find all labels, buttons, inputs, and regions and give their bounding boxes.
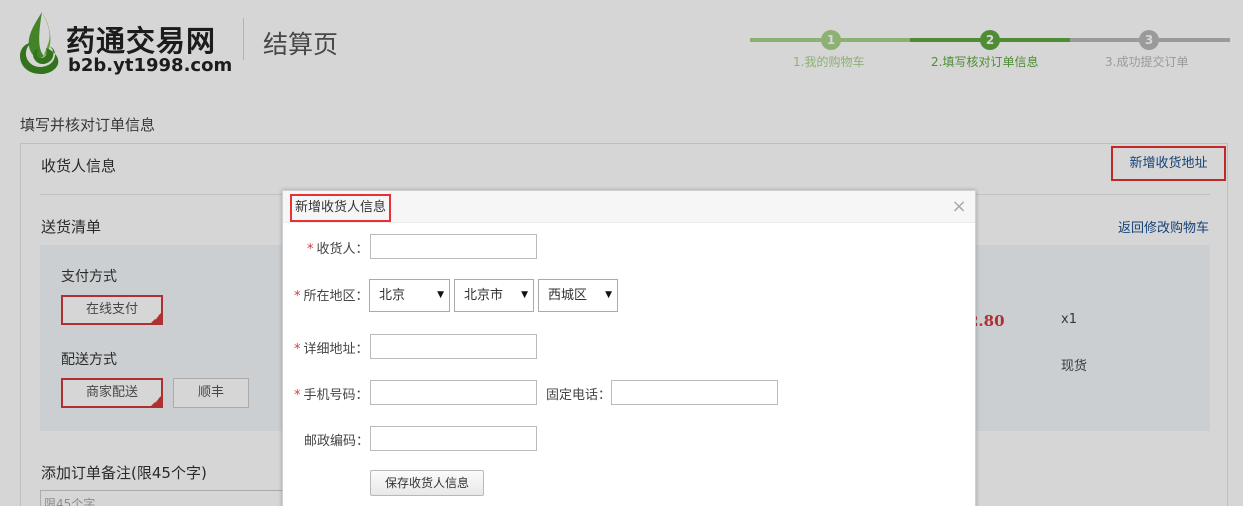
close-icon[interactable]: × bbox=[949, 197, 969, 217]
dropdown-arrow-icon: ▼ bbox=[437, 290, 444, 300]
consignee-label: * 收货人： bbox=[307, 242, 369, 257]
required-mark: * bbox=[294, 342, 301, 357]
mobile-input[interactable] bbox=[370, 380, 537, 405]
required-mark: * bbox=[307, 242, 314, 257]
dialog-header: 新增收货人信息 × bbox=[283, 191, 975, 223]
address-label: * 详细地址： bbox=[294, 342, 369, 357]
dialog-title: 新增收货人信息 bbox=[290, 194, 392, 222]
required-mark: * bbox=[294, 289, 301, 304]
zip-label: 邮政编码： bbox=[304, 434, 370, 449]
mobile-label: * 手机号码： bbox=[294, 388, 369, 403]
required-mark: * bbox=[294, 388, 301, 403]
consignee-input[interactable] bbox=[370, 234, 537, 259]
city-select[interactable]: 北京市 ▼ bbox=[454, 279, 534, 312]
district-value: 西城区 bbox=[548, 288, 588, 303]
add-consignee-dialog: 新增收货人信息 × * 收货人： * 所在地区： 北京 ▼ 北京市 ▼ 西城区 ▼ * 详细… bbox=[282, 190, 976, 506]
phone-label: 固定电话： bbox=[546, 388, 612, 403]
province-select[interactable]: 北京 ▼ bbox=[369, 279, 450, 312]
zip-input[interactable] bbox=[370, 426, 537, 451]
phone-input[interactable] bbox=[611, 380, 778, 405]
district-select[interactable]: 西城区 ▼ bbox=[538, 279, 618, 312]
city-value: 北京市 bbox=[464, 288, 504, 303]
address-input[interactable] bbox=[370, 334, 537, 359]
dropdown-arrow-icon: ▼ bbox=[605, 290, 612, 300]
region-label: * 所在地区： bbox=[294, 289, 369, 304]
save-consignee-button[interactable]: 保存收货人信息 bbox=[370, 470, 484, 496]
dropdown-arrow-icon: ▼ bbox=[521, 290, 528, 300]
province-value: 北京 bbox=[379, 288, 406, 303]
